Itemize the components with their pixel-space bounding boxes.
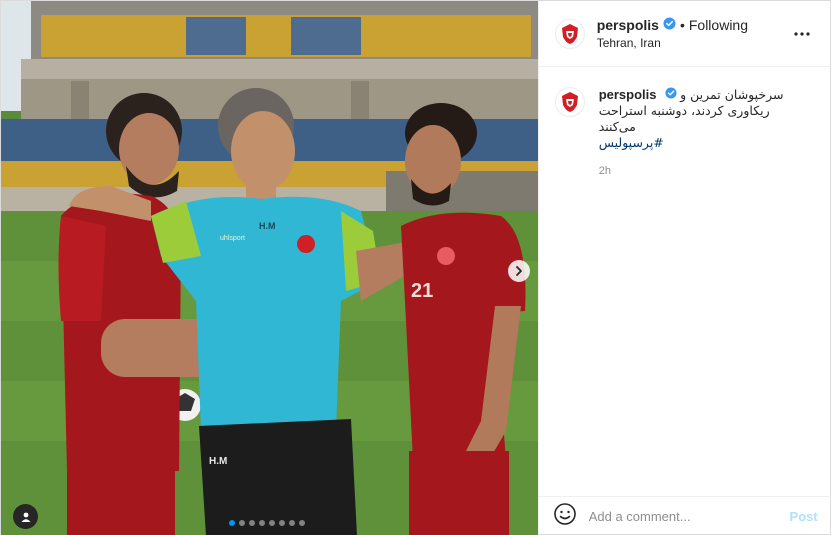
carousel-dot <box>289 520 295 526</box>
club-crest-icon <box>561 92 578 112</box>
next-slide-button[interactable] <box>508 260 530 282</box>
post-dialog: H.M H.M uhlsport 21 perspolis • Followin… <box>0 0 831 535</box>
carousel-indicator <box>229 520 305 526</box>
comment-input[interactable] <box>588 509 790 524</box>
club-crest-icon <box>561 23 578 44</box>
caption-username-link[interactable]: perspolis <box>599 87 657 102</box>
chevron-right-icon <box>516 266 522 276</box>
post-timestamp[interactable]: 2h <box>599 163 799 179</box>
emoji-button[interactable] <box>553 502 577 531</box>
carousel-dot <box>249 520 255 526</box>
hashtag-link[interactable]: #پرسپولیس <box>599 135 799 151</box>
caption-avatar[interactable] <box>554 87 585 117</box>
post-comment-button[interactable]: Post <box>790 509 818 524</box>
tagged-users-button[interactable] <box>13 504 38 529</box>
carousel-dot-active <box>229 520 235 526</box>
caption-body: perspolis سرخپوشان تمرین و ریکاوری کردند… <box>599 87 799 179</box>
carousel-dot <box>269 520 275 526</box>
follow-separator: • <box>679 17 685 33</box>
svg-text:uhlsport: uhlsport <box>220 235 245 242</box>
avatar[interactable] <box>554 18 585 49</box>
post-photo: H.M H.M uhlsport 21 <box>1 1 538 535</box>
svg-text:H.M: H.M <box>259 221 276 231</box>
caption: perspolis سرخپوشان تمرین و ریکاوری کردند… <box>539 67 830 179</box>
user-tag-icon <box>21 512 30 522</box>
svg-text:21: 21 <box>411 280 433 302</box>
post-media[interactable]: H.M H.M uhlsport 21 <box>1 1 538 535</box>
emoji-icon <box>553 503 576 525</box>
svg-text:H.M: H.M <box>209 456 227 467</box>
carousel-dot <box>279 520 285 526</box>
location-link[interactable]: Tehran, Iran <box>597 36 790 50</box>
header-top-line: perspolis • Following <box>597 17 790 33</box>
carousel-dot <box>259 520 265 526</box>
post-header: perspolis • Following Tehran, Iran <box>538 1 830 67</box>
carousel-dot <box>299 520 305 526</box>
header-text: perspolis • Following Tehran, Iran <box>597 17 790 50</box>
carousel-dot <box>239 520 245 526</box>
more-options-icon <box>794 31 810 36</box>
comment-bar: Post <box>538 496 831 535</box>
verified-badge-icon <box>663 17 676 33</box>
verified-badge-icon <box>664 87 677 103</box>
more-options-button[interactable] <box>790 22 814 46</box>
username-link[interactable]: perspolis <box>597 17 659 33</box>
following-button[interactable]: Following <box>689 17 748 33</box>
post-sidebar: perspolis • Following Tehran, Iran persp… <box>537 1 831 535</box>
